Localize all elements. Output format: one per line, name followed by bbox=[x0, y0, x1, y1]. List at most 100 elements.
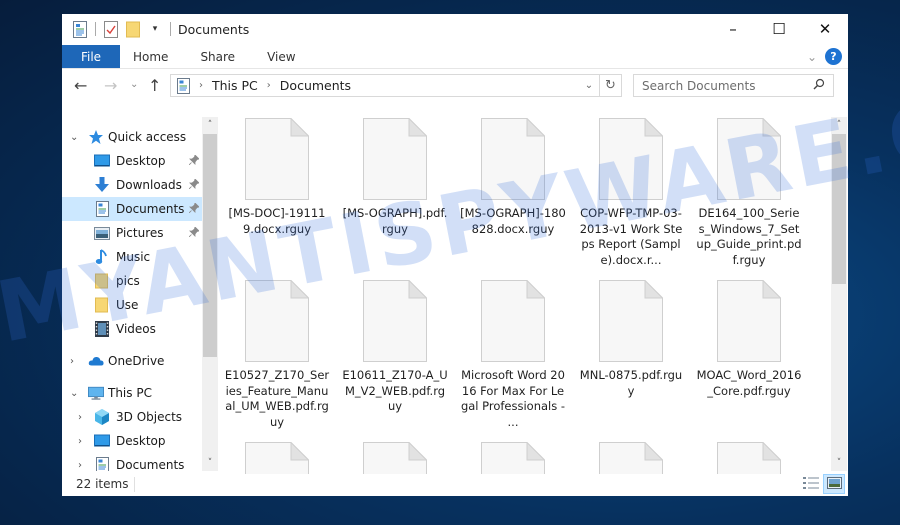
large-icons-view-button[interactable] bbox=[823, 474, 845, 494]
details-view-button[interactable] bbox=[800, 474, 822, 494]
file-item[interactable] bbox=[572, 442, 690, 474]
search-icon[interactable] bbox=[813, 78, 825, 94]
new-folder-check-icon[interactable] bbox=[103, 20, 119, 38]
navigation-bar: ← → ⌄ ↑ › This PC › Documents ⌄ ↻ Search… bbox=[62, 73, 848, 99]
scroll-down-arrow[interactable]: ˅ bbox=[202, 455, 218, 471]
quick-access-toolbar: ▾ Documents bbox=[62, 20, 249, 38]
file-item[interactable] bbox=[454, 442, 572, 474]
file-item[interactable]: MOAC_Word_2016_Core.pdf.rguy bbox=[690, 280, 808, 399]
file-item[interactable]: [MS-OGRAPH].pdf.rguy bbox=[336, 118, 454, 237]
large-icons-view-icon bbox=[826, 476, 842, 492]
file-item[interactable] bbox=[336, 442, 454, 474]
sidebar-item-label: This PC bbox=[108, 386, 152, 400]
separator bbox=[134, 477, 135, 492]
pin-icon[interactable] bbox=[188, 225, 200, 240]
sidebar-item-label: Downloads bbox=[116, 178, 182, 192]
sidebar-item-use[interactable]: Use bbox=[62, 293, 202, 317]
scrollbar-thumb[interactable] bbox=[203, 134, 217, 357]
maximize-button[interactable]: ☐ bbox=[756, 14, 802, 44]
sidebar-item-documents[interactable]: › Documents bbox=[62, 453, 202, 471]
tab-share[interactable]: Share bbox=[184, 45, 251, 68]
breadcrumb-documents[interactable]: Documents bbox=[280, 78, 351, 93]
navigation-pane-scrollbar[interactable]: ˄ ˅ bbox=[202, 117, 218, 471]
file-item[interactable]: Microsoft Word 2016 For Max For Legal Pr… bbox=[454, 280, 572, 430]
scroll-down-arrow[interactable]: ˅ bbox=[831, 455, 847, 471]
ribbon-tabs: File Home Share View ⌄ ? bbox=[62, 45, 848, 69]
address-bar[interactable]: › This PC › Documents ⌄ ↻ bbox=[170, 74, 622, 97]
properties-icon[interactable] bbox=[72, 20, 88, 38]
tab-view[interactable]: View bbox=[251, 45, 311, 68]
file-name: [MS-OGRAPH].pdf.rguy bbox=[342, 206, 448, 236]
search-input[interactable]: Search Documents bbox=[633, 74, 834, 97]
sidebar-item-this-pc[interactable]: ⌄ This PC bbox=[62, 381, 202, 405]
file-name: E10527_Z170_Series_Feature_Manual_UM_WEB… bbox=[224, 368, 330, 429]
up-button[interactable]: ↑ bbox=[148, 76, 161, 95]
chevron-right-icon[interactable]: › bbox=[78, 412, 82, 423]
expand-ribbon-icon[interactable]: ⌄ bbox=[807, 50, 817, 64]
sidebar-item-videos[interactable]: Videos bbox=[62, 317, 202, 341]
sidebar-item-label: Desktop bbox=[116, 434, 166, 448]
close-button[interactable]: ✕ bbox=[802, 14, 848, 44]
sidebar-item-quick-access[interactable]: ⌄ Quick access bbox=[62, 125, 202, 149]
address-dropdown-button[interactable]: ⌄ bbox=[579, 80, 599, 91]
sidebar-item-music[interactable]: Music bbox=[62, 245, 202, 269]
chevron-right-icon[interactable]: › bbox=[78, 436, 82, 447]
file-icon bbox=[599, 280, 663, 362]
file-name: [MS-OGRAPH]-180828.docx.rguy bbox=[460, 206, 566, 236]
file-item[interactable] bbox=[218, 442, 336, 474]
pin-icon[interactable] bbox=[188, 177, 200, 192]
sidebar-item-label: 3D Objects bbox=[116, 410, 183, 424]
file-list-scrollbar[interactable]: ˄ ˅ bbox=[831, 117, 847, 471]
sidebar-item-desktop[interactable]: Desktop bbox=[62, 149, 202, 173]
sidebar-item-documents[interactable]: Documents bbox=[62, 197, 202, 221]
download-icon bbox=[94, 177, 110, 193]
scroll-up-arrow[interactable]: ˄ bbox=[202, 117, 218, 133]
chevron-down-icon[interactable]: ⌄ bbox=[70, 388, 78, 399]
refresh-button[interactable]: ↻ bbox=[599, 75, 621, 96]
customize-dropdown-icon[interactable]: ▾ bbox=[147, 20, 163, 38]
scroll-up-arrow[interactable]: ˄ bbox=[831, 117, 847, 133]
folder-icon bbox=[94, 273, 110, 289]
pictures-icon bbox=[94, 225, 110, 241]
folder-icon[interactable] bbox=[125, 20, 141, 38]
sidebar-item-3d-objects[interactable]: › 3D Objects bbox=[62, 405, 202, 429]
file-icon bbox=[245, 442, 309, 474]
recent-locations-button[interactable]: ⌄ bbox=[130, 79, 138, 90]
back-button[interactable]: ← bbox=[74, 76, 87, 95]
forward-button[interactable]: → bbox=[104, 76, 117, 95]
file-name: COP-WFP-TMP-03-2013-v1 Work Steps Report… bbox=[579, 206, 683, 267]
file-name: [MS-DOC]-191119.docx.rguy bbox=[228, 206, 326, 236]
minimize-button[interactable]: – bbox=[710, 14, 756, 44]
file-icon bbox=[245, 118, 309, 200]
chevron-right-icon[interactable]: › bbox=[78, 460, 82, 471]
chevron-down-icon[interactable]: ⌄ bbox=[70, 132, 78, 143]
file-item[interactable]: DE164_100_Series_Windows_7_Setup_Guide_p… bbox=[690, 118, 808, 268]
window-title: Documents bbox=[178, 21, 250, 37]
sidebar-item-pics[interactable]: pics bbox=[62, 269, 202, 293]
sidebar-item-label: Music bbox=[116, 250, 151, 264]
music-icon bbox=[94, 249, 110, 265]
file-item[interactable]: [MS-DOC]-191119.docx.rguy bbox=[218, 118, 336, 237]
file-item[interactable]: [MS-OGRAPH]-180828.docx.rguy bbox=[454, 118, 572, 237]
scrollbar-thumb[interactable] bbox=[832, 134, 846, 284]
sidebar-item-label: Use bbox=[116, 298, 139, 312]
tab-home[interactable]: Home bbox=[120, 45, 184, 68]
file-item[interactable]: E10527_Z170_Series_Feature_Manual_UM_WEB… bbox=[218, 280, 336, 430]
sidebar-item-pictures[interactable]: Pictures bbox=[62, 221, 202, 245]
file-name: MNL-0875.pdf.rguy bbox=[579, 368, 683, 398]
sidebar-item-desktop[interactable]: › Desktop bbox=[62, 429, 202, 453]
file-item[interactable] bbox=[690, 442, 808, 474]
file-icon bbox=[481, 442, 545, 474]
tab-file[interactable]: File bbox=[62, 45, 120, 68]
pin-icon[interactable] bbox=[188, 201, 200, 216]
sidebar-item-onedrive[interactable]: › OneDrive bbox=[62, 349, 202, 373]
file-item[interactable]: MNL-0875.pdf.rguy bbox=[572, 280, 690, 399]
file-item[interactable]: E10611_Z170-A_UM_V2_WEB.pdf.rguy bbox=[336, 280, 454, 415]
breadcrumb-this-pc[interactable]: This PC bbox=[212, 78, 258, 93]
status-bar: 22 items bbox=[62, 474, 848, 496]
chevron-right-icon[interactable]: › bbox=[70, 356, 74, 367]
file-item[interactable]: COP-WFP-TMP-03-2013-v1 Work Steps Report… bbox=[572, 118, 690, 268]
sidebar-item-downloads[interactable]: Downloads bbox=[62, 173, 202, 197]
pin-icon[interactable] bbox=[188, 153, 200, 168]
help-icon[interactable]: ? bbox=[825, 48, 842, 65]
